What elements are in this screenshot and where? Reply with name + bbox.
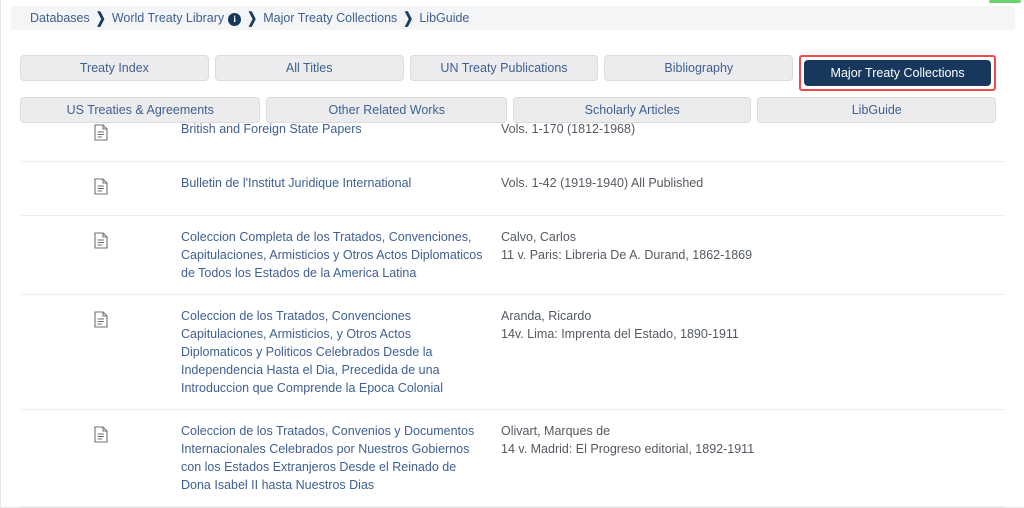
row-title-cell: Bulletin de l'Institut Juridique Interna… — [181, 174, 501, 192]
page-load-progress-track — [1, 0, 1024, 3]
row-meta-cell: Vols. 1-42 (1919-1940) All Published — [501, 174, 1005, 192]
row-meta-cell: Olivart, Marques de 14 v. Madrid: El Pro… — [501, 422, 1005, 458]
row-meta-cell: Calvo, Carlos 11 v. Paris: Libreria De A… — [501, 228, 1005, 264]
tab-row-primary: Treaty Index All Titles UN Treaty Public… — [20, 55, 996, 91]
result-meta-line-1: Olivart, Marques de — [501, 424, 611, 438]
tab-un-treaty-publications[interactable]: UN Treaty Publications — [409, 55, 599, 81]
row-title-cell: Coleccion de los Tratados, Convenios y D… — [181, 422, 501, 494]
document-icon — [94, 426, 108, 443]
breadcrumb: Databases ❯ World Treaty Library i ❯ Maj… — [11, 6, 1015, 30]
row-icon-cell — [21, 120, 181, 141]
breadcrumb-item-major-treaty-collections[interactable]: Major Treaty Collections — [263, 6, 397, 30]
row-title-cell: Coleccion Completa de los Tratados, Conv… — [181, 228, 501, 282]
row-icon-cell — [21, 174, 181, 195]
tab-bibliography[interactable]: Bibliography — [604, 55, 794, 81]
result-meta-line-1: Vols. 1-170 (1812-1968) — [501, 122, 636, 136]
page-load-progress-bar — [989, 0, 1021, 3]
table-row: Coleccion de los Tratados, Convenciones … — [21, 295, 1005, 410]
breadcrumb-item-databases[interactable]: Databases — [30, 6, 90, 30]
tab-treaty-index[interactable]: Treaty Index — [20, 55, 209, 81]
document-icon — [94, 178, 108, 195]
breadcrumb-separator-icon: ❯ — [403, 9, 414, 27]
table-row: British and Foreign State Papers Vols. 1… — [21, 108, 1005, 162]
result-meta-line-2: 14 v. Madrid: El Progreso editorial, 189… — [501, 442, 755, 456]
table-row: Bulletin de l'Institut Juridique Interna… — [21, 162, 1005, 216]
row-title-cell: British and Foreign State Papers — [181, 120, 501, 138]
document-icon — [94, 124, 108, 141]
row-meta-cell: Vols. 1-170 (1812-1968) — [501, 120, 1005, 138]
row-title-cell: Coleccion de los Tratados, Convenciones … — [181, 307, 501, 397]
result-meta-line-1: Aranda, Ricardo — [501, 309, 592, 323]
results-list: British and Foreign State Papers Vols. 1… — [1, 108, 1024, 507]
breadcrumb-item-world-treaty-library[interactable]: World Treaty Library — [112, 6, 224, 30]
document-icon — [94, 311, 108, 328]
info-icon[interactable]: i — [228, 12, 242, 26]
row-meta-cell: Aranda, Ricardo 14v. Lima: Imprenta del … — [501, 307, 1005, 343]
result-meta-line-2: 14v. Lima: Imprenta del Estado, 1890-191… — [501, 327, 739, 341]
breadcrumb-separator-icon: ❯ — [247, 9, 258, 27]
result-meta-line-1: Calvo, Carlos — [501, 230, 577, 244]
table-row: Coleccion Completa de los Tratados, Conv… — [21, 216, 1005, 295]
table-row: Coleccion de los Tratados, Convenios y D… — [21, 410, 1005, 507]
row-icon-cell — [21, 228, 181, 249]
result-title-link[interactable]: Bulletin de l'Institut Juridique Interna… — [181, 174, 483, 192]
tab-all-titles[interactable]: All Titles — [214, 55, 404, 81]
result-title-link[interactable]: Coleccion de los Tratados, Convenios y D… — [181, 422, 483, 494]
row-icon-cell — [21, 307, 181, 328]
breadcrumb-separator-icon: ❯ — [95, 9, 106, 27]
breadcrumb-item-libguide[interactable]: LibGuide — [419, 6, 469, 30]
result-title-link[interactable]: Coleccion de los Tratados, Convenciones … — [181, 307, 483, 397]
tab-major-treaty-collections[interactable]: Major Treaty Collections — [804, 60, 991, 86]
result-meta-line-2: 11 v. Paris: Libreria De A. Durand, 1862… — [501, 248, 753, 262]
row-icon-cell — [21, 422, 181, 443]
page-root: Databases ❯ World Treaty Library i ❯ Maj… — [0, 0, 1024, 508]
result-title-link[interactable]: Coleccion Completa de los Tratados, Conv… — [181, 228, 483, 282]
tab-highlight-box: Major Treaty Collections — [799, 55, 996, 91]
result-title-link[interactable]: British and Foreign State Papers — [181, 120, 483, 138]
document-icon — [94, 232, 108, 249]
result-meta-line-1: Vols. 1-42 (1919-1940) All Published — [501, 176, 704, 190]
